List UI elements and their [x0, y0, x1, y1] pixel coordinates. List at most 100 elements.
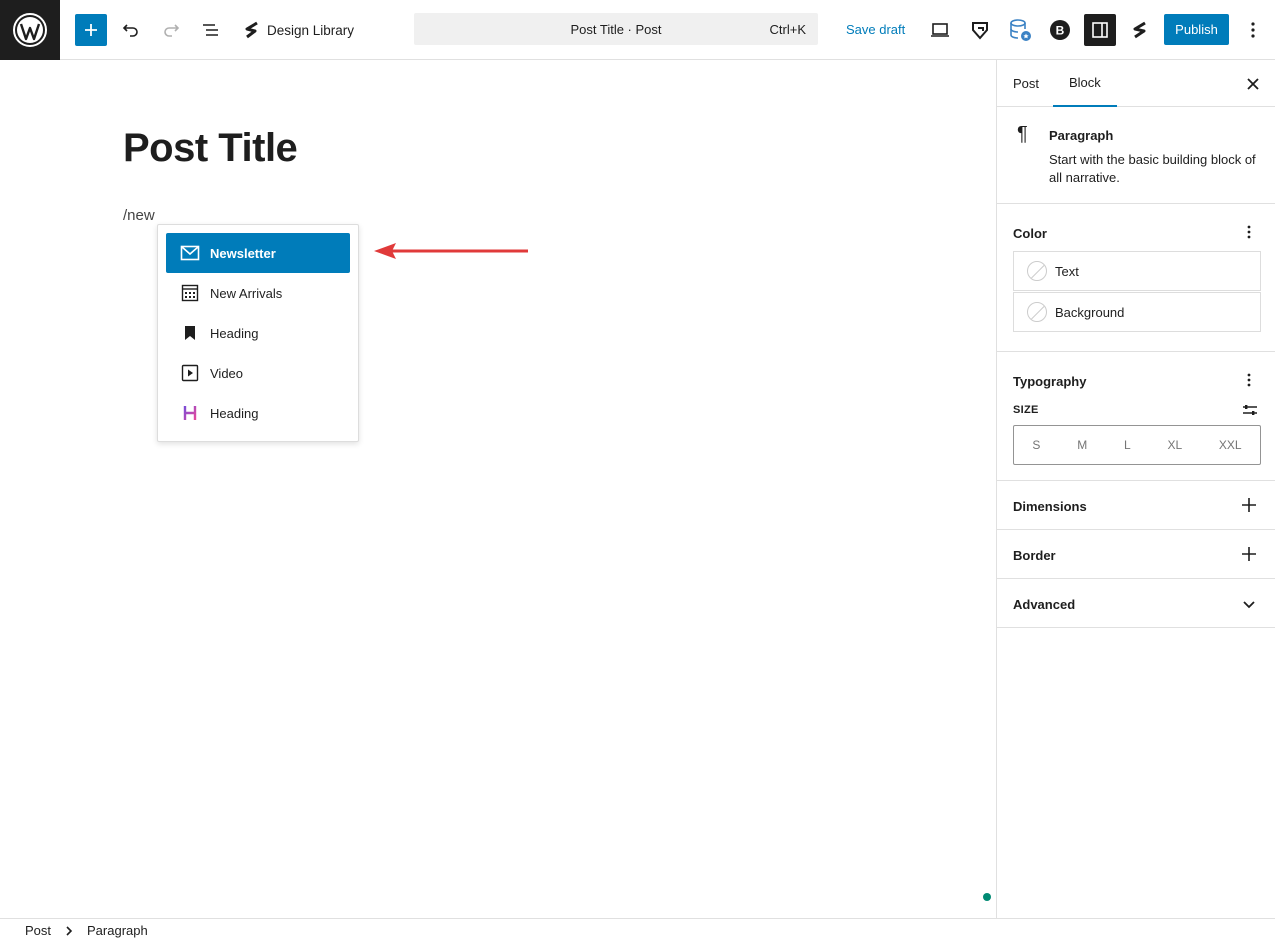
size-option-m[interactable]: M: [1077, 438, 1087, 452]
tab-post[interactable]: Post: [1013, 60, 1039, 107]
settings-sidebar: Post Block ¶ Paragraph Start with the ba…: [996, 60, 1275, 918]
chevron-right-icon: [66, 925, 73, 936]
play-icon: [180, 363, 200, 383]
bookmark-icon: [180, 323, 200, 343]
status-indicator: [983, 893, 991, 901]
text-color-item[interactable]: Text: [1013, 251, 1261, 291]
b-plugin-button[interactable]: B: [1044, 14, 1076, 46]
annotation-arrow-icon: [374, 243, 528, 259]
laptop-icon: [931, 23, 949, 37]
close-icon: [1247, 78, 1259, 90]
redo-button[interactable]: [155, 14, 187, 46]
envelope-icon: [180, 243, 200, 263]
dimensions-panel[interactable]: Dimensions: [997, 481, 1275, 530]
h-letter-icon: [180, 403, 200, 423]
tab-block[interactable]: Block: [1053, 60, 1117, 107]
size-option-s[interactable]: S: [1032, 438, 1040, 452]
advanced-panel-title: Advanced: [1013, 597, 1076, 612]
svg-text:B: B: [1056, 24, 1065, 38]
dimensions-panel-title: Dimensions: [1013, 499, 1087, 514]
color-panel: Color Text Background: [997, 204, 1275, 352]
sidebar-tabs: Post Block: [997, 60, 1275, 107]
stackable-settings-button[interactable]: [1124, 14, 1156, 46]
more-vertical-icon: [1247, 225, 1251, 239]
text-color-label: Text: [1055, 263, 1079, 279]
options-menu-button[interactable]: [1237, 14, 1269, 46]
design-library-label: Design Library: [267, 22, 355, 38]
design-library-button[interactable]: Design Library: [243, 18, 354, 42]
size-option-xl[interactable]: XL: [1167, 438, 1182, 452]
command-palette-button[interactable]: Post Title · Post Ctrl+K: [414, 13, 818, 45]
autocomplete-label: Heading: [210, 325, 259, 341]
font-size-label: SIZE: [1013, 404, 1039, 416]
typography-panel: Typography SIZE S M L XL XXL: [997, 352, 1275, 481]
color-options-button[interactable]: [1241, 224, 1257, 240]
settings-sidebar-toggle[interactable]: [1084, 14, 1116, 46]
border-panel-title: Border: [1013, 548, 1056, 563]
stackable-icon: [245, 21, 258, 39]
chevron-down-icon[interactable]: [1241, 597, 1257, 613]
plus-icon[interactable]: [1241, 546, 1257, 562]
save-draft-button[interactable]: Save draft: [846, 22, 905, 37]
block-breadcrumb: Post Paragraph: [0, 918, 1275, 942]
font-size-picker: S M L XL XXL: [1013, 425, 1261, 465]
database-plugin-button[interactable]: [1004, 14, 1036, 46]
editor-canvas[interactable]: Post Title /new Newsletter New Arrivals …: [0, 60, 996, 918]
autocomplete-option-newsletter[interactable]: Newsletter: [166, 233, 350, 273]
gutenverse-button[interactable]: [964, 14, 996, 46]
paragraph-icon: ¶: [1017, 123, 1028, 145]
close-sidebar-button[interactable]: [1241, 72, 1265, 96]
autocomplete-option-heading[interactable]: Heading: [166, 393, 350, 433]
autocomplete-label: New Arrivals: [210, 285, 283, 301]
breadcrumb-paragraph[interactable]: Paragraph: [87, 923, 148, 938]
autocomplete-option-heading[interactable]: Heading: [166, 313, 350, 353]
plus-icon: [85, 24, 97, 36]
editor-toolbar: Design Library Post Title · Post Ctrl+K …: [0, 0, 1275, 60]
block-description: Start with the basic building block of a…: [1049, 152, 1256, 185]
block-card: ¶ Paragraph Start with the basic buildin…: [997, 107, 1275, 204]
autocomplete-label: Newsletter: [210, 245, 276, 261]
empty-swatch-icon: [1027, 302, 1047, 322]
paragraph-block[interactable]: /new: [123, 207, 155, 224]
autocomplete-option-new-arrivals[interactable]: New Arrivals: [166, 273, 350, 313]
size-option-xxl[interactable]: XXL: [1219, 438, 1242, 452]
border-panel[interactable]: Border: [997, 530, 1275, 579]
background-color-label: Background: [1055, 304, 1125, 320]
autocomplete-label: Video: [210, 365, 244, 381]
empty-swatch-icon: [1027, 261, 1047, 281]
more-vertical-icon: [1251, 22, 1255, 38]
typography-options-button[interactable]: [1241, 372, 1257, 388]
shield-g-icon: [972, 22, 988, 40]
post-title[interactable]: Post Title: [123, 126, 298, 171]
command-shortcut: Ctrl+K: [769, 22, 806, 37]
undo-button[interactable]: [115, 14, 147, 46]
advanced-panel[interactable]: Advanced: [997, 579, 1275, 628]
autocomplete-label: Heading: [210, 405, 259, 421]
background-color-item[interactable]: Background: [1013, 292, 1261, 332]
color-panel-title: Color: [1013, 226, 1047, 241]
custom-size-toggle[interactable]: [1242, 402, 1258, 418]
autocomplete-option-video[interactable]: Video: [166, 353, 350, 393]
stackable-icon: [1133, 21, 1146, 39]
calendar-grid-icon: [180, 283, 200, 303]
redo-icon: [164, 24, 180, 37]
sidebar-icon: [1092, 22, 1108, 38]
more-vertical-icon: [1247, 373, 1251, 387]
list-view-icon: [203, 24, 218, 36]
wordpress-icon: [13, 13, 47, 47]
size-option-l[interactable]: L: [1124, 438, 1131, 452]
block-title: Paragraph: [1049, 128, 1114, 143]
breadcrumb-post[interactable]: Post: [25, 923, 51, 938]
publish-button[interactable]: Publish: [1164, 14, 1229, 45]
preview-button[interactable]: [924, 14, 956, 46]
document-title: Post Title · Post: [570, 21, 662, 37]
database-icon: [1010, 19, 1031, 41]
slash-inserter-popover: Newsletter New Arrivals Heading Video He…: [157, 224, 359, 442]
document-overview-button[interactable]: [195, 14, 227, 46]
wordpress-logo-button[interactable]: [0, 0, 60, 60]
sliders-icon: [1243, 405, 1257, 415]
undo-icon: [122, 24, 138, 37]
add-block-button[interactable]: [75, 14, 107, 46]
plus-icon[interactable]: [1241, 497, 1257, 513]
typography-panel-title: Typography: [1013, 374, 1087, 389]
